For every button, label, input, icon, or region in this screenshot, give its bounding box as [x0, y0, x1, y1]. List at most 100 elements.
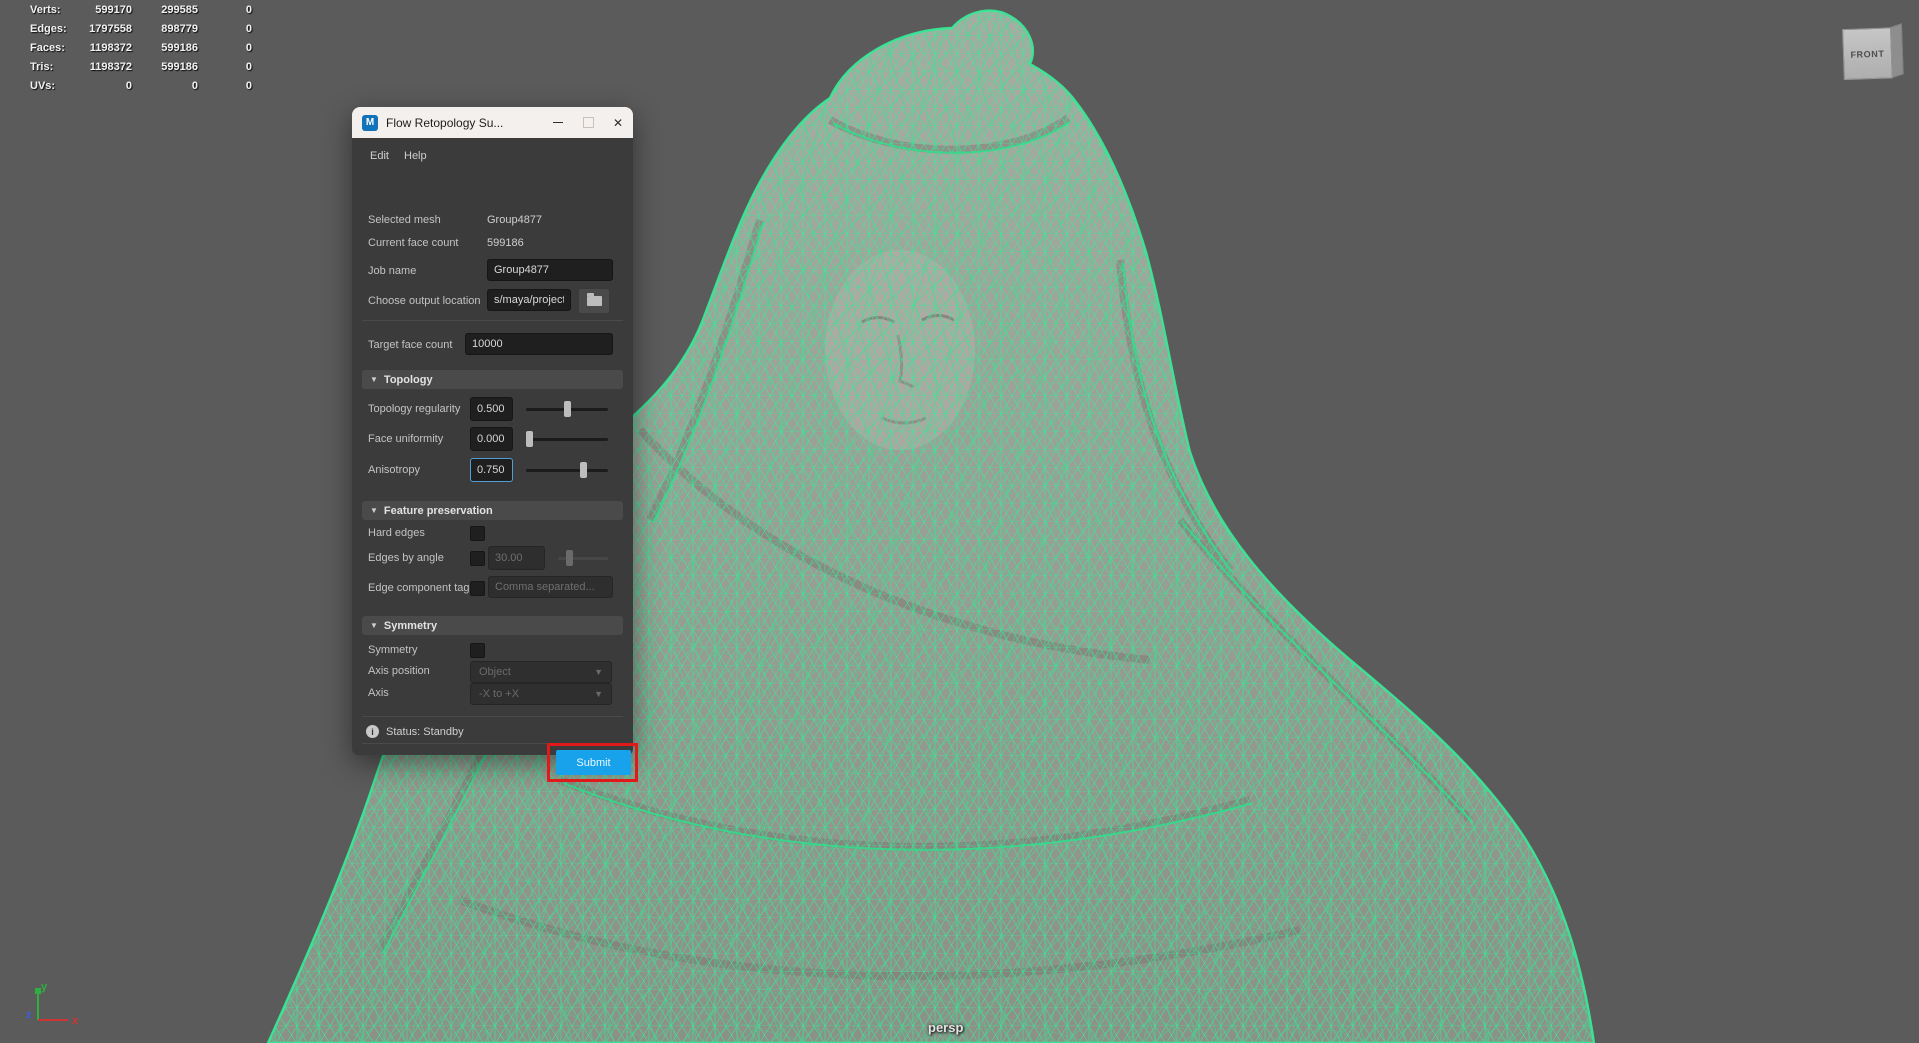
target-face-count-label: Target face count: [368, 339, 452, 351]
section-topology[interactable]: ▼ Topology: [362, 370, 623, 389]
menu-edit[interactable]: Edit: [370, 150, 389, 162]
slider-track[interactable]: [526, 469, 608, 472]
view-cube[interactable]: FRONT: [1842, 23, 1906, 87]
selected-mesh-label: Selected mesh: [368, 214, 441, 226]
hard-edges-checkbox[interactable]: [470, 526, 485, 541]
hud-row: Faces: 1198372 599186 0: [0, 40, 270, 59]
dialog-body: Edit Help Selected mesh Group4877 Curren…: [352, 138, 633, 755]
edges-by-angle-checkbox[interactable]: [470, 551, 485, 566]
slider-handle[interactable]: [526, 431, 533, 447]
anisotropy-label: Anisotropy: [368, 464, 420, 476]
hud-row: Verts: 599170 299585 0: [0, 2, 270, 21]
face-uniformity-value[interactable]: 0.000: [470, 427, 513, 451]
topology-regularity-value[interactable]: 0.500: [470, 397, 513, 421]
hud-value: 599170: [60, 4, 132, 16]
hud-row: Edges: 1797558 898779 0: [0, 21, 270, 40]
hud-value: 898779: [130, 23, 198, 35]
symmetry-label: Symmetry: [368, 644, 418, 656]
job-name-input[interactable]: [487, 259, 613, 281]
statue-mesh-object[interactable]: [0, 0, 1919, 1043]
selected-mesh-value: Group4877: [487, 214, 542, 226]
section-feature-preservation[interactable]: ▼ Feature preservation: [362, 501, 623, 520]
hud-value: 0: [196, 61, 252, 73]
collapse-triangle-icon: ▼: [370, 621, 378, 630]
section-title: Topology: [384, 374, 433, 386]
section-symmetry[interactable]: ▼ Symmetry: [362, 616, 623, 635]
slider-handle[interactable]: [580, 462, 587, 478]
hud-value: 0: [196, 80, 252, 92]
slider-handle[interactable]: [566, 550, 573, 566]
axis-position-dropdown[interactable]: Object ▼: [470, 661, 612, 683]
chevron-down-icon: ▼: [594, 689, 603, 699]
minimize-button[interactable]: [543, 107, 573, 138]
face-uniformity-label: Face uniformity: [368, 433, 443, 445]
edge-component-tags-checkbox[interactable]: [470, 581, 485, 596]
collapse-triangle-icon: ▼: [370, 375, 378, 384]
hud-value: 0: [196, 4, 252, 16]
current-face-count-label: Current face count: [368, 237, 459, 249]
dropdown-value: -X to +X: [479, 688, 519, 700]
anisotropy-value[interactable]: 0.750: [470, 458, 513, 482]
output-location-input[interactable]: [487, 289, 571, 311]
axis-z-label: z: [26, 1009, 32, 1021]
hud-value: 1198372: [60, 42, 132, 54]
axis-gizmo: x y z: [8, 978, 88, 1038]
hud-value: 0: [196, 23, 252, 35]
face-uniformity-slider[interactable]: [526, 431, 608, 447]
info-icon: i: [366, 725, 379, 738]
chevron-down-icon: ▼: [594, 667, 603, 677]
close-button[interactable]: ✕: [603, 107, 633, 138]
target-face-count-input[interactable]: [465, 333, 613, 355]
dropdown-value: Object: [479, 666, 511, 678]
edges-by-angle-label: Edges by angle: [368, 552, 444, 564]
dialog-titlebar[interactable]: M Flow Retopology Su... ✕: [352, 107, 633, 138]
retopology-dialog: M Flow Retopology Su... ✕ Edit Help Sele…: [352, 107, 633, 755]
slider-handle[interactable]: [564, 401, 571, 417]
axis-label: Axis: [368, 687, 389, 699]
hard-edges-label: Hard edges: [368, 527, 425, 539]
hud-value: 0: [130, 80, 198, 92]
hud-value: 1198372: [60, 61, 132, 73]
camera-name-label: persp: [928, 1020, 963, 1035]
poly-count-hud: Verts: 599170 299585 0 Edges: 1797558 89…: [0, 2, 270, 97]
symmetry-checkbox[interactable]: [470, 643, 485, 658]
hud-value: 299585: [130, 4, 198, 16]
hud-label: UVs:: [30, 80, 55, 92]
dialog-title: Flow Retopology Su...: [386, 116, 543, 130]
separator: [362, 743, 623, 744]
edges-by-angle-slider[interactable]: [558, 550, 608, 566]
hud-label: Verts:: [30, 4, 61, 16]
hud-label: Tris:: [30, 61, 53, 73]
status-text: Status: Standby: [386, 726, 464, 738]
hud-row: Tris: 1198372 599186 0: [0, 59, 270, 78]
view-cube-front-face[interactable]: FRONT: [1842, 27, 1893, 80]
close-icon: ✕: [613, 117, 623, 129]
hud-value: 599186: [130, 42, 198, 54]
anisotropy-slider[interactable]: [526, 462, 608, 478]
section-title: Symmetry: [384, 620, 437, 632]
hud-value: 1797558: [60, 23, 132, 35]
axis-position-label: Axis position: [368, 665, 430, 677]
edge-component-tags-input[interactable]: [488, 576, 613, 598]
topology-regularity-label: Topology regularity: [368, 403, 460, 415]
current-face-count-value: 599186: [487, 237, 524, 249]
maximize-button[interactable]: [573, 107, 603, 138]
folder-icon: [587, 296, 602, 306]
separator: [362, 716, 623, 717]
menu-help[interactable]: Help: [404, 150, 427, 162]
collapse-triangle-icon: ▼: [370, 506, 378, 515]
job-name-label: Job name: [368, 265, 416, 277]
hud-value: 0: [196, 42, 252, 54]
output-location-label: Choose output location: [368, 295, 481, 307]
slider-track[interactable]: [526, 438, 608, 441]
edges-by-angle-value[interactable]: 30.00: [488, 546, 545, 570]
edge-component-tags-label: Edge component tags: [368, 582, 475, 594]
hud-value: 0: [60, 80, 132, 92]
axis-y-label: y: [41, 981, 48, 993]
minimize-icon: [553, 122, 563, 123]
hud-row: UVs: 0 0 0: [0, 78, 270, 97]
topology-regularity-slider[interactable]: [526, 401, 608, 417]
axis-dropdown[interactable]: -X to +X ▼: [470, 683, 612, 705]
submit-button[interactable]: Submit: [556, 750, 631, 775]
browse-folder-button[interactable]: [578, 288, 610, 314]
